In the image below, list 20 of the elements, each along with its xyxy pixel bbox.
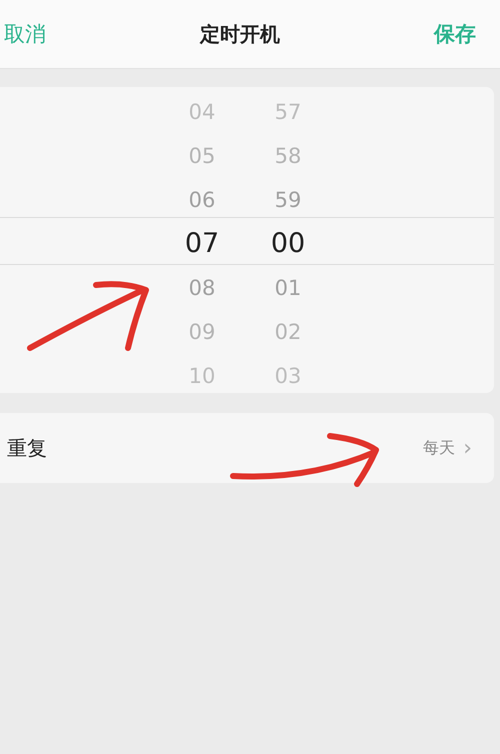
picker-item[interactable]: 10 [188,354,216,393]
picker-item[interactable]: 00 [270,222,306,266]
cancel-button[interactable]: 取消 [4,20,46,48]
picker-item[interactable]: 02 [274,310,302,354]
picker-item[interactable]: 57 [274,90,302,134]
repeat-value-button[interactable]: 每天 › [423,436,472,460]
save-button[interactable]: 保存 [434,20,476,48]
repeat-row[interactable]: 重复 每天 › [0,413,494,483]
picker-item[interactable]: 04 [188,90,216,134]
picker-item[interactable]: 59 [274,178,302,222]
picker-item[interactable]: 08 [188,266,216,310]
picker-item[interactable]: 03 [274,354,302,393]
page-title: 定时开机 [200,20,280,48]
picker-item[interactable]: 01 [274,266,302,310]
picker-item[interactable]: 09 [188,310,216,354]
picker-item[interactable]: 07 [184,222,220,266]
repeat-label: 重复 [7,434,47,462]
picker-item[interactable]: 06 [188,178,216,222]
picker-item[interactable]: 58 [274,134,302,178]
picker-item[interactable]: 05 [188,134,216,178]
